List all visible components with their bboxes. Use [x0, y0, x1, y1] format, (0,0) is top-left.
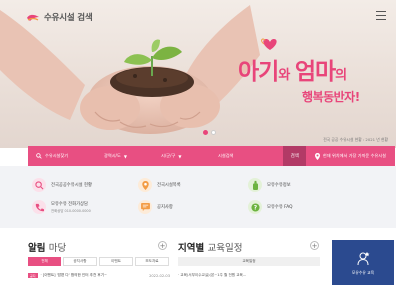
- region-schedule-header: 교육일정: [178, 257, 320, 266]
- quick-link-list-label: 전국시설목록: [157, 183, 181, 188]
- slide-dot-2[interactable]: [211, 130, 216, 135]
- quick-link-notice[interactable]: 공지사항: [138, 200, 173, 214]
- region-more-button[interactable]: +: [310, 241, 319, 250]
- notice-more-button[interactable]: +: [158, 241, 167, 250]
- hero-banner: 수유시설 검색 아기와 엄마의 행복동반자! 전국 공공 수유시설 현황 : 2…: [0, 0, 396, 148]
- tab-all[interactable]: 전체: [28, 257, 61, 266]
- chevron-down-icon: ▼: [123, 153, 127, 159]
- quick-links: 전국공공수유시설 현황 전국시설목록 모유수유정보 모유수유 전화가상담 전화상…: [0, 166, 396, 228]
- location-pin-icon: [138, 178, 152, 192]
- hero-title-conj1: 와: [278, 68, 295, 83]
- faq-icon: ?: [248, 200, 262, 214]
- quick-link-faq-label: 모유수유 FAQ: [267, 205, 293, 210]
- hamburger-icon[interactable]: [376, 11, 386, 20]
- quick-link-info[interactable]: 모유수유정보: [248, 178, 291, 192]
- notice-icon: [138, 200, 152, 214]
- quick-link-notice-label: 공지사항: [157, 205, 173, 210]
- district-select[interactable]: 시/군/구 ▼: [161, 146, 218, 166]
- tab-press[interactable]: 보도자료: [135, 257, 169, 266]
- notice-list-item[interactable]: 공지 · [이벤트] '맘편 다' 함의한 인터 추천 후기~ 2022-02-…: [28, 273, 170, 278]
- logo-icon: [27, 14, 39, 21]
- site-logo[interactable]: 수유시설 검색: [26, 11, 93, 23]
- facility-search-bar: 수유시설찾기 광역시/도 ▼ 시/군/구 ▼ 시설검색 검색 현재 위치에서 가…: [28, 146, 395, 166]
- quick-link-phone-consult-sub: 전화상담 010-0000-0000: [51, 209, 91, 213]
- quick-link-list[interactable]: 전국시설목록: [138, 178, 181, 192]
- province-label: 광역시/도: [104, 153, 121, 158]
- education-icon: [357, 251, 370, 265]
- region-schedule-item[interactable]: · 교육(서부이수교실)(본~1주 월 전원 교육...: [178, 273, 320, 278]
- map-check-icon: [32, 178, 46, 192]
- baby-bottle-icon: [248, 178, 262, 192]
- hero-title: 아기와 엄마의: [238, 52, 347, 86]
- district-label: 시/군/구: [161, 153, 176, 158]
- hero-caption: 전국 공공 수유시설 현황 : 2021 년 현황: [323, 137, 388, 142]
- logo-text: 수유시설 검색: [44, 13, 93, 23]
- slide-dots: [203, 130, 216, 135]
- quick-link-status-label: 전국공공수유시설 현황: [51, 183, 92, 188]
- region-title-light: 교육일정: [207, 243, 243, 254]
- hero-title-part1: 아기: [238, 59, 279, 85]
- notice-section-title: 알림 마당: [28, 240, 66, 254]
- notice-badge: 공지: [28, 273, 38, 278]
- tab-notices[interactable]: 공지사항: [63, 257, 97, 266]
- quick-link-info-label: 모유수유정보: [267, 183, 291, 188]
- hearts-icon: [261, 38, 277, 50]
- slide-dot-1[interactable]: [203, 130, 208, 135]
- location-pin-icon: [314, 152, 320, 160]
- phone-consult-icon: [32, 200, 46, 214]
- province-select[interactable]: 광역시/도 ▼: [104, 146, 161, 166]
- region-schedule-title: 지역별 교육일정: [178, 240, 243, 254]
- education-card-label: 모유수유 교육: [351, 269, 375, 275]
- tab-events[interactable]: 이벤트: [99, 257, 133, 266]
- quick-link-faq[interactable]: ? 모유수유 FAQ: [248, 200, 293, 214]
- facility-type-label: 수유시설찾기: [45, 153, 69, 158]
- quick-link-status[interactable]: 전국공공수유시설 현황: [32, 178, 92, 192]
- notice-tabs: 전체 공지사항 이벤트 보도자료: [28, 257, 171, 266]
- hero-title-part2: 엄마: [294, 59, 336, 85]
- breastfeeding-education-card[interactable]: 모유수유 교육: [332, 240, 394, 285]
- notice-item-title: · [이벤트] '맘편 다' 함의한 인터 추천 후기~: [40, 273, 108, 277]
- facility-type-select[interactable]: 수유시설찾기: [36, 146, 104, 166]
- hero-subtitle: 행복동반자!: [302, 90, 360, 104]
- search-filters: 수유시설찾기 광역시/도 ▼ 시/군/구 ▼ 시설검색: [28, 146, 284, 166]
- chevron-down-icon: ▼: [178, 153, 182, 159]
- search-icon: [36, 153, 42, 159]
- search-button[interactable]: 검색: [283, 146, 306, 166]
- hero-title-conj2: 의: [335, 68, 348, 83]
- facility-search-input[interactable]: 시설검색: [218, 146, 270, 166]
- nearby-facility-button[interactable]: 현재 위치에서 가장 가까운 수유시설: [305, 146, 395, 166]
- region-title-bold: 지역별: [178, 243, 205, 254]
- notice-item-date: 2022-02-03: [149, 273, 170, 278]
- quick-link-phone-consult-label: 모유수유 전화가상담: [51, 202, 88, 207]
- notice-title-light: 마당: [48, 243, 67, 254]
- quick-link-phone-consult[interactable]: 모유수유 전화가상담 전화상담 010-0000-0000: [32, 200, 91, 214]
- nearby-facility-label: 현재 위치에서 가장 가까운 수유시설: [322, 153, 387, 158]
- facility-search-placeholder: 시설검색: [218, 153, 234, 158]
- notice-title-bold: 알림: [28, 243, 46, 254]
